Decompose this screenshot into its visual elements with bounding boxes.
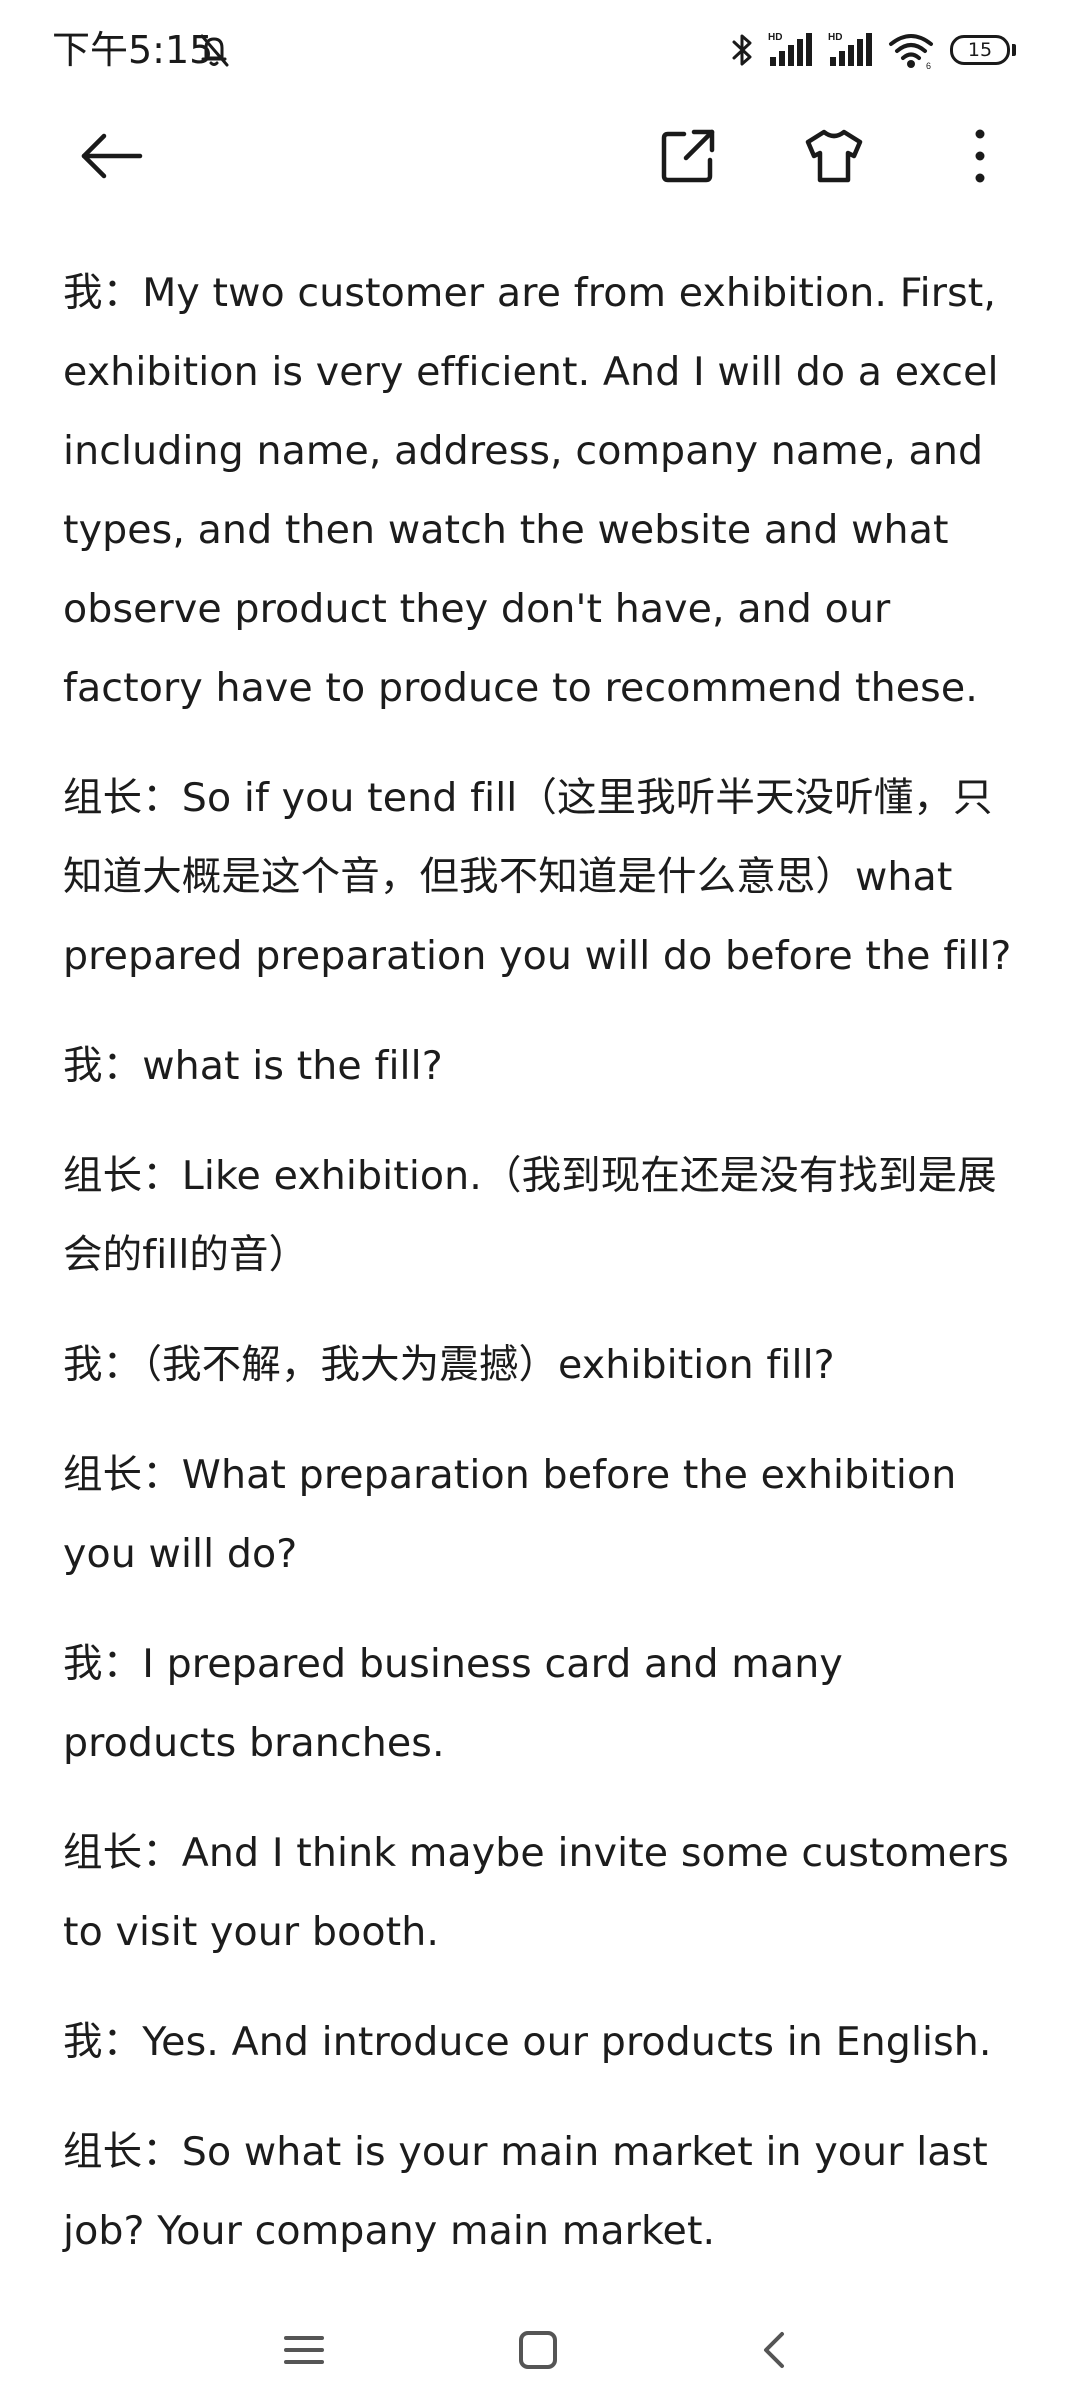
note-paragraph: 我：Yes. And introduce our products in Eng… [63,2019,992,2065]
home-square-icon [519,2331,557,2369]
share-button[interactable] [654,122,722,190]
wifi-icon: 6 [888,30,934,70]
bluetooth-icon [726,30,758,70]
note-paragraph: 我：My two customer are from exhibition. F… [63,270,999,711]
nav-recents-button[interactable] [272,2318,336,2382]
back-arrow-icon [81,133,143,179]
note-paragraph: 我：I prepared business card and many prod… [63,1641,843,1766]
app-bar [0,100,1080,212]
note-paragraph: 组长：Like exhibition.（我到现在还是没有找到是展会的fill的音… [63,1153,997,1278]
svg-text:6: 6 [926,61,931,70]
note-paragraph: 组长：So what is your main market in your l… [63,2129,988,2254]
battery-icon: 15 [950,35,1010,65]
note-paragraph: 我：what is the fill? [63,1043,443,1089]
signal-hd-icon: HD [828,30,878,70]
back-button[interactable] [78,122,146,190]
theme-shirt-icon [805,129,863,183]
battery-level: 15 [967,39,993,61]
svg-text:HD: HD [768,32,782,43]
note-paragraph: 组长：And I think maybe invite some custome… [63,1830,1009,1955]
note-content[interactable]: 我：My two customer are from exhibition. F… [63,254,1023,2302]
bell-muted-icon [194,30,234,70]
menu-lines-icon [284,2336,324,2364]
more-options-button[interactable] [946,122,1014,190]
system-nav-bar [0,2300,1080,2400]
note-paragraph: 我：（我不解，我大为震撼）exhibition fill? [63,1342,835,1388]
nav-home-button[interactable] [506,2318,570,2382]
signal-hd-icon: HD [768,30,818,70]
note-paragraph: 组长：So if you tend fill（这里我听半天没听懂，只知道大概是这… [63,775,1012,979]
share-external-icon [661,129,715,183]
more-vert-icon [975,129,985,183]
battery-tip [1012,44,1016,56]
nav-back-button[interactable] [742,2318,806,2382]
svg-text:HD: HD [828,32,842,43]
note-paragraph: 组长：What preparation before the exhibitio… [63,1452,957,1577]
status-bar: 下午5:15 HD HD 6 15 [0,0,1080,100]
theme-button[interactable] [800,122,868,190]
back-chevron-icon [764,2332,784,2368]
status-time: 下午5:15 [52,28,214,72]
status-icons: HD HD 6 15 [726,28,1016,72]
